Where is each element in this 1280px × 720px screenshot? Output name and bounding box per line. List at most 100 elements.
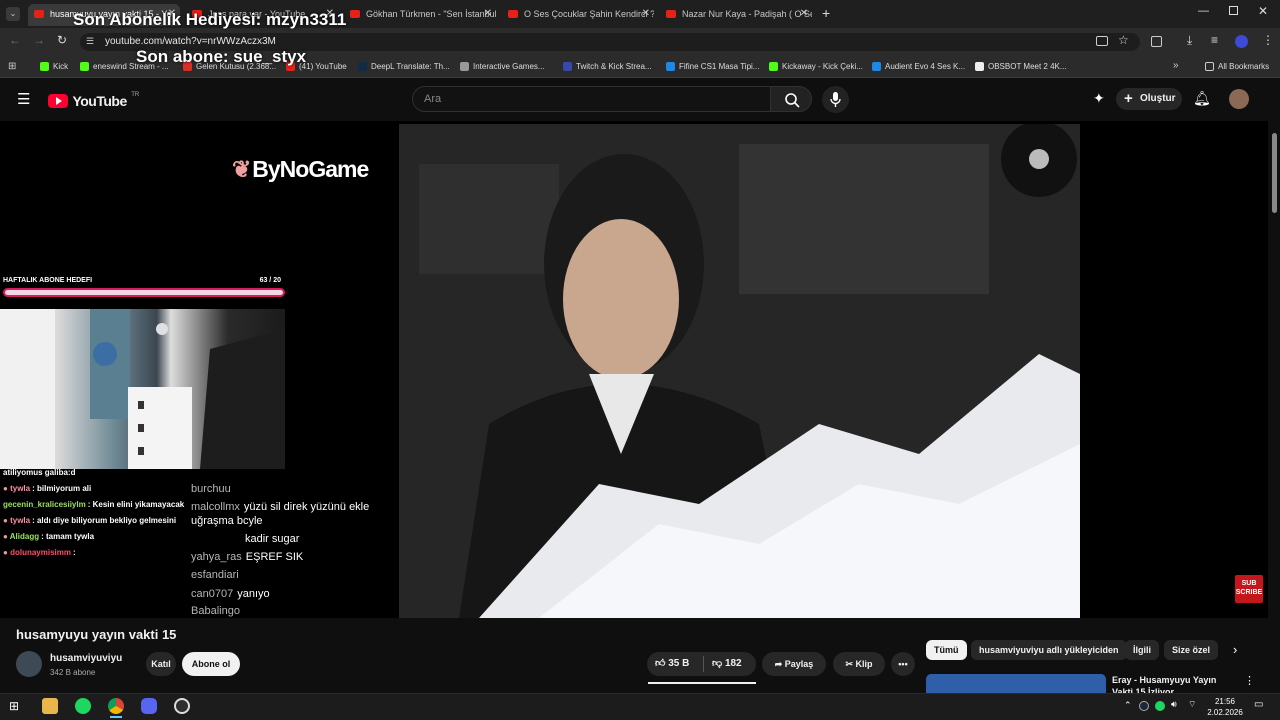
voice-search-button[interactable] xyxy=(822,86,849,113)
channel-name[interactable]: husamviyuviyu xyxy=(50,653,122,664)
check-favicon-icon xyxy=(666,62,675,71)
url-text[interactable]: youtube.com/watch?v=nrWWzAczx3M xyxy=(105,36,276,47)
download-icon[interactable]: ⤓ xyxy=(1187,33,1192,48)
like-button[interactable]: 👍︎ 35 B xyxy=(655,657,689,669)
search-input[interactable]: Ara xyxy=(412,86,771,112)
file-explorer-icon[interactable] xyxy=(42,698,58,714)
chip-for-you[interactable]: Size özel xyxy=(1164,640,1219,660)
scrollbar-thumb[interactable] xyxy=(1272,133,1277,213)
close-icon[interactable]: ✕ xyxy=(642,4,650,24)
join-button[interactable]: Katıl xyxy=(146,652,176,676)
extensions-icon[interactable] xyxy=(1151,36,1162,47)
site-info-icon[interactable]: ☰ xyxy=(86,36,98,48)
chat-username: gecenin_kralicesiiylm xyxy=(3,500,86,509)
related-video-thumbnail[interactable] xyxy=(926,674,1106,693)
subscribe-watermark[interactable]: SUB SCRIBE xyxy=(1235,575,1263,603)
dislike-button[interactable]: 👎︎ 182 xyxy=(712,657,742,669)
youtube-logo[interactable]: YouTube TR xyxy=(48,92,139,109)
bookmark-item[interactable]: Fifine CS1 Masa Tipi... xyxy=(666,61,759,73)
chrome-icon[interactable] xyxy=(108,698,124,714)
back-arrow-icon[interactable]: ← xyxy=(9,33,21,47)
chips-next-chevron-icon[interactable]: › xyxy=(1233,642,1237,657)
minimize-icon[interactable]: — xyxy=(1198,5,1209,17)
chip-all[interactable]: Tümü xyxy=(926,640,967,660)
profile-avatar-icon[interactable] xyxy=(1235,35,1248,48)
tab-3[interactable]: Gökhan Türkmen - "Sen İstanbul ✕ xyxy=(344,4,496,26)
close-window-icon[interactable]: ✕ xyxy=(1258,4,1268,18)
taskbar-clock[interactable]: 21:56 2.02.2026 xyxy=(1200,696,1250,718)
more-actions-button[interactable]: ••• xyxy=(891,652,915,676)
overlay-chat-message: uğraşma bcyle xyxy=(191,515,263,527)
forward-arrow-icon[interactable]: → xyxy=(33,33,45,47)
close-icon[interactable]: ✕ xyxy=(484,4,492,24)
search-button[interactable] xyxy=(770,86,812,112)
share-button[interactable]: ➦ Paylaş xyxy=(762,652,826,676)
volume-icon[interactable]: 🔊︎ xyxy=(1171,699,1177,710)
create-button[interactable]: + Oluştur xyxy=(1116,88,1182,110)
bookmark-item[interactable]: OBSBOT Meet 2 4K... xyxy=(975,61,1067,73)
bookmark-item[interactable]: Audient Evo 4 Ses K... xyxy=(872,61,965,73)
related-video-title[interactable]: Eray - Husamyuyu Yayın Vakti 15 İzliyor xyxy=(1112,674,1237,693)
bookmark-item[interactable]: Interactive Games... xyxy=(460,61,545,73)
notifications-bell-icon[interactable]: 🔔︎ xyxy=(1193,90,1211,107)
tray-spotify-icon[interactable] xyxy=(1155,701,1165,711)
studio-sparkle-icon[interactable]: ✦ xyxy=(1093,90,1105,107)
obsbot-favicon-icon xyxy=(975,62,984,71)
bookmarks-overflow-icon[interactable]: » xyxy=(1173,60,1179,71)
star-bookmark-icon[interactable]: ☆ xyxy=(1118,33,1129,47)
obs-icon[interactable] xyxy=(174,698,190,714)
bookmark-item[interactable]: DeepL Translate: Th... xyxy=(358,61,450,73)
hamburger-menu-icon[interactable]: ☰ xyxy=(17,90,30,108)
restore-icon[interactable] xyxy=(1229,6,1238,15)
tab-4[interactable]: O Ses Çocuklar Şahin Kendirci ? ✕ xyxy=(502,4,654,26)
page-scrollbar[interactable] xyxy=(1271,121,1278,693)
reload-icon[interactable]: ↻ xyxy=(57,33,67,47)
new-tab-plus-icon[interactable]: + xyxy=(822,5,830,21)
all-bookmarks-folder[interactable]: All Bookmarks xyxy=(1205,61,1269,73)
overlay-chat-message: burchuu xyxy=(191,483,231,495)
last-sub-overlay: Son abone: sue_styx xyxy=(136,47,307,66)
room-scene-image xyxy=(0,309,285,469)
browser-menu-icon[interactable]: ⋮ xyxy=(1262,33,1274,47)
overlay-chat-message: Babalingo xyxy=(191,605,240,617)
notification-icon[interactable]: ▭ xyxy=(1254,699,1263,710)
chat-message: ● tywla: bilmiyorum ali xyxy=(3,484,92,493)
chat-username: Alidagg xyxy=(9,532,40,541)
tray-chevron-icon[interactable]: ⌃ xyxy=(1124,700,1132,711)
youtube-favicon-icon xyxy=(666,10,676,18)
apps-grid-icon[interactable]: ⊞ xyxy=(8,61,16,72)
media-control-icon[interactable]: ≡ xyxy=(1211,33,1218,47)
bookmark-item[interactable]: Twitch & Kick Strea... xyxy=(563,61,652,73)
bookmark-item[interactable]: Kick xyxy=(40,61,68,73)
channel-avatar[interactable] xyxy=(16,651,42,677)
clip-button[interactable]: ✂ Klip xyxy=(833,652,885,676)
tab-label: O Ses Çocuklar Şahin Kendirci ? xyxy=(524,9,654,19)
chip-related[interactable]: İlgili xyxy=(1125,640,1159,660)
chat-message: ● dolunaymisimm: xyxy=(3,548,76,557)
microphone-icon xyxy=(830,92,841,107)
related-more-icon[interactable]: ⋮ xyxy=(1244,674,1255,687)
close-icon[interactable]: ✕ xyxy=(800,4,808,24)
tab-search-button[interactable]: ⌄ xyxy=(6,7,20,21)
tray-steam-icon[interactable] xyxy=(1139,701,1149,711)
windows-start-icon[interactable]: ⊞ xyxy=(9,698,25,714)
chip-from-uploader[interactable]: husamviyuviyu adlı yükleyiciden xyxy=(971,640,1127,660)
tab-label: Gökhan Türkmen - "Sen İstanbul xyxy=(366,9,496,19)
wifi-icon[interactable]: ⌔ xyxy=(1188,699,1196,710)
chat-username: tywla xyxy=(10,484,31,493)
plus-icon: + xyxy=(1124,90,1133,107)
account-avatar[interactable] xyxy=(1229,89,1249,109)
folder-icon xyxy=(1205,62,1214,71)
check-favicon-icon xyxy=(872,62,881,71)
camera-scene-image xyxy=(399,124,1080,618)
install-app-icon[interactable] xyxy=(1096,36,1108,46)
youtube-play-icon xyxy=(48,93,68,108)
subscribe-button[interactable]: Abone ol xyxy=(182,652,240,676)
bookmark-item[interactable]: Kickaway - Kick Çeki... xyxy=(769,61,863,73)
youtube-logo-text: YouTube xyxy=(72,92,127,109)
discord-icon[interactable] xyxy=(141,698,157,714)
spotify-icon[interactable] xyxy=(75,698,91,714)
overlay-chat-message: yahya_ras EŞREF SIK xyxy=(191,551,304,563)
kick-favicon-icon xyxy=(80,62,89,71)
tab-5[interactable]: Nazar Nur Kaya - Padişah ( O Se ✕ xyxy=(660,4,812,26)
